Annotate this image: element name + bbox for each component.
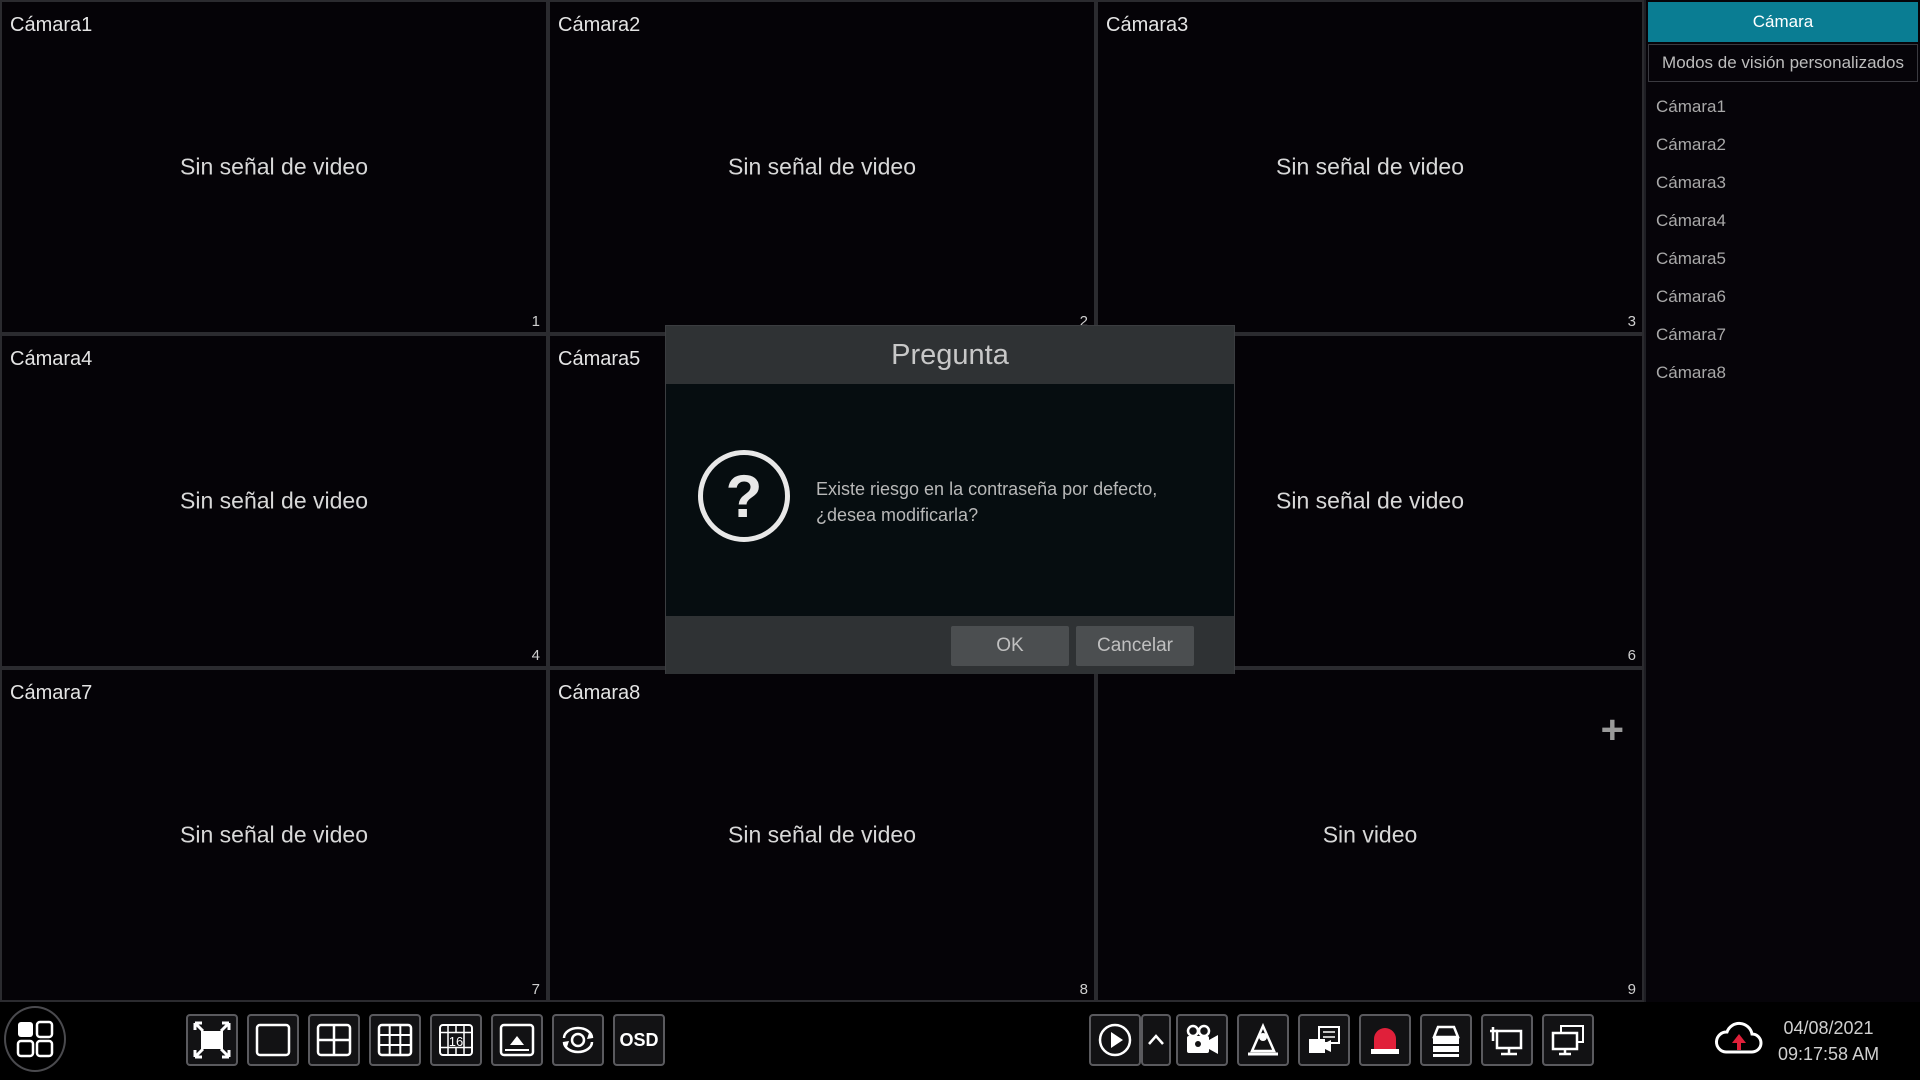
tab-camera[interactable]: Cámara bbox=[1648, 2, 1918, 42]
cancel-button[interactable]: Cancelar bbox=[1076, 626, 1194, 666]
alarm-light-button[interactable] bbox=[1359, 1014, 1411, 1066]
layout-9-button[interactable] bbox=[369, 1014, 421, 1066]
snapshot-icon bbox=[1309, 1026, 1340, 1053]
camera-list-item[interactable]: Cámara8 bbox=[1646, 354, 1920, 392]
time-text: 09:17:58 AM bbox=[1778, 1044, 1880, 1064]
layout-4-button[interactable] bbox=[308, 1014, 360, 1066]
record-icon bbox=[1186, 1024, 1218, 1054]
camera-list-item[interactable]: Cámara3 bbox=[1646, 164, 1920, 202]
camera-list-item[interactable]: Cámara4 bbox=[1646, 202, 1920, 240]
rotate-icon bbox=[562, 1026, 594, 1054]
question-dialog: Pregunta ? Existe riesgo en la contraseñ… bbox=[665, 325, 1235, 674]
camera-list-item[interactable]: Cámara5 bbox=[1646, 240, 1920, 278]
tile-index: 7 bbox=[531, 981, 540, 998]
tile-index: 8 bbox=[1079, 981, 1088, 998]
fullscreen-button[interactable] bbox=[186, 1014, 238, 1066]
layout-16-label: 16 bbox=[449, 1034, 463, 1049]
camera-tile-8[interactable]: Cámara8 Sin señal de video 8 bbox=[548, 668, 1096, 1002]
disk-icon bbox=[1432, 1025, 1460, 1057]
tile-index: 4 bbox=[531, 647, 540, 664]
layout-16-icon: 16 bbox=[439, 1024, 473, 1056]
playback-button[interactable] bbox=[1089, 1014, 1141, 1066]
camera-name: Cámara3 bbox=[1106, 14, 1189, 36]
manual-alarm-button[interactable] bbox=[1237, 1014, 1289, 1066]
camera-list: Cámara1 Cámara2 Cámara3 Cámara4 Cámara5 … bbox=[1646, 88, 1920, 392]
tab-custom-view-modes[interactable]: Modos de visión personalizados bbox=[1648, 44, 1918, 82]
main-menu-button[interactable] bbox=[4, 1006, 66, 1072]
expand-up-button[interactable] bbox=[1141, 1014, 1171, 1066]
camera-list-item[interactable]: Cámara7 bbox=[1646, 316, 1920, 354]
camera-list-item[interactable]: Cámara2 bbox=[1646, 126, 1920, 164]
camera-name: Cámara5 bbox=[558, 348, 641, 370]
tile-index: 3 bbox=[1627, 313, 1636, 330]
snapshot-button[interactable] bbox=[1298, 1014, 1350, 1066]
osd-button[interactable]: OSD bbox=[613, 1014, 665, 1066]
rotate-button[interactable] bbox=[552, 1014, 604, 1066]
dialog-message-line-1: Existe riesgo en la contraseña por defec… bbox=[816, 479, 1158, 499]
camera-list-item[interactable]: Cámara1 bbox=[1646, 88, 1920, 126]
camera-tile-9[interactable]: + Sin video 9 bbox=[1096, 668, 1644, 1002]
layout-1-button[interactable] bbox=[247, 1014, 299, 1066]
dialog-message-line-2: ¿desea modificarla? bbox=[816, 505, 979, 525]
cloud-alert-icon bbox=[1715, 1021, 1763, 1054]
manual-alarm-icon bbox=[1248, 1022, 1278, 1056]
camera-tile-3[interactable]: Cámara3 Sin señal de video 3 bbox=[1096, 0, 1644, 334]
date-text: 04/08/2021 bbox=[1783, 1018, 1874, 1038]
video-status: Sin señal de video bbox=[1276, 153, 1464, 180]
tile-index: 1 bbox=[531, 313, 540, 330]
camera-name: Cámara4 bbox=[10, 348, 93, 370]
tile-index: 6 bbox=[1627, 647, 1636, 664]
camera-name: Cámara8 bbox=[558, 682, 641, 704]
sequence-button[interactable] bbox=[491, 1014, 543, 1066]
menu-grid-icon bbox=[16, 1020, 54, 1058]
video-status: Sin señal de video bbox=[728, 153, 916, 180]
sequence-icon bbox=[499, 1023, 535, 1057]
cloud-status[interactable] bbox=[1714, 1020, 1764, 1065]
layout-9-icon bbox=[377, 1023, 413, 1057]
tile-index: 9 bbox=[1627, 981, 1636, 998]
alarm-light-icon bbox=[1371, 1028, 1399, 1054]
camera-list-item[interactable]: Cámara6 bbox=[1646, 278, 1920, 316]
video-status: Sin video bbox=[1322, 821, 1418, 848]
layout-16-button[interactable]: 16 bbox=[430, 1014, 482, 1066]
camera-tile-4[interactable]: Cámara4 Sin señal de video 4 bbox=[0, 334, 548, 668]
display-icon bbox=[1551, 1025, 1584, 1056]
camera-tile-2[interactable]: Cámara2 Sin señal de video 2 bbox=[548, 0, 1096, 334]
add-camera-icon[interactable]: + bbox=[1601, 710, 1624, 750]
camera-name: Cámara2 bbox=[558, 14, 641, 36]
network-button[interactable] bbox=[1481, 1014, 1533, 1066]
display-button[interactable] bbox=[1542, 1014, 1594, 1066]
video-status: Sin señal de video bbox=[728, 821, 916, 848]
layout-4-icon bbox=[316, 1023, 352, 1057]
dialog-message: Existe riesgo en la contraseña por defec… bbox=[816, 476, 1216, 528]
bottom-toolbar: 16 OSD 04/08/2021 09:17:58 AM bbox=[0, 1002, 1920, 1080]
video-status: Sin señal de video bbox=[180, 821, 368, 848]
datetime-display: 04/08/2021 09:17:58 AM bbox=[1778, 1015, 1879, 1067]
video-status: Sin señal de video bbox=[180, 153, 368, 180]
fullscreen-icon bbox=[193, 1021, 231, 1059]
video-status: Sin señal de video bbox=[180, 487, 368, 514]
camera-name: Cámara1 bbox=[10, 14, 93, 36]
layout-1-icon bbox=[255, 1023, 291, 1057]
disk-button[interactable] bbox=[1420, 1014, 1472, 1066]
ok-button[interactable]: OK bbox=[951, 626, 1069, 666]
dialog-footer: OK Cancelar bbox=[666, 616, 1234, 674]
dialog-body: ? Existe riesgo en la contraseña por def… bbox=[666, 384, 1234, 616]
camera-sidebar: Cámara Modos de visión personalizados Cá… bbox=[1644, 0, 1920, 1002]
question-icon: ? bbox=[698, 450, 790, 542]
camera-tile-7[interactable]: Cámara7 Sin señal de video 7 bbox=[0, 668, 548, 1002]
network-icon bbox=[1490, 1027, 1523, 1056]
expand-up-icon bbox=[1148, 1034, 1164, 1045]
camera-name: Cámara7 bbox=[10, 682, 93, 704]
record-button[interactable] bbox=[1176, 1014, 1228, 1066]
dialog-title: Pregunta bbox=[666, 326, 1234, 384]
camera-tile-1[interactable]: Cámara1 Sin señal de video 1 bbox=[0, 0, 548, 334]
playback-icon bbox=[1098, 1023, 1132, 1057]
